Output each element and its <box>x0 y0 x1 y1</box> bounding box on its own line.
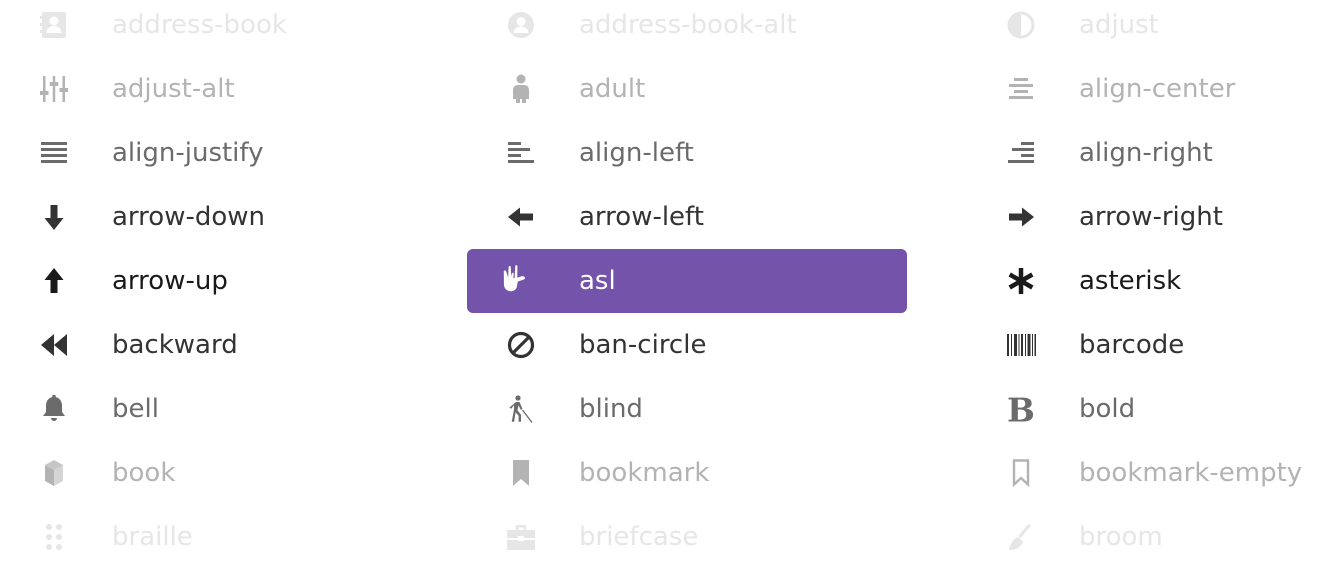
icon-tile-braille[interactable]: braille <box>0 505 440 569</box>
icon-tile-arrow-right[interactable]: arrow-right <box>967 185 1325 249</box>
icon-tile-adult[interactable]: adult <box>467 57 907 121</box>
icon-tile-label: broom <box>1079 522 1163 552</box>
icon-tile-label: arrow-right <box>1079 202 1223 232</box>
backward-icon <box>38 329 70 361</box>
icon-tile-label: bold <box>1079 394 1136 424</box>
icon-tile-label: blind <box>579 394 643 424</box>
icon-tile-barcode[interactable]: barcode <box>967 313 1325 377</box>
icon-tile-briefcase[interactable]: briefcase <box>467 505 907 569</box>
address-book-alt-icon <box>505 9 537 41</box>
bookmark-empty-icon <box>1005 457 1037 489</box>
icon-tile-label: book <box>112 458 176 488</box>
icon-tile-label: bell <box>112 394 159 424</box>
blind-icon <box>505 393 537 425</box>
icon-tile-arrow-up[interactable]: arrow-up <box>0 249 440 313</box>
barcode-icon <box>1005 329 1037 361</box>
icon-tile-adjust[interactable]: adjust <box>967 0 1325 57</box>
icon-tile-align-justify[interactable]: align-justify <box>0 121 440 185</box>
icon-tile-ban-circle[interactable]: ban-circle <box>467 313 907 377</box>
icon-tile-asterisk[interactable]: asterisk <box>967 249 1325 313</box>
icon-tile-label: address-book-alt <box>579 10 797 40</box>
icon-tile-asl[interactable]: asl <box>467 249 907 313</box>
icon-tile-backward[interactable]: backward <box>0 313 440 377</box>
icon-grid: address-book address-book-alt adjust adjust… <box>0 0 1325 562</box>
broom-icon <box>1005 521 1037 553</box>
icon-tile-address-book-alt[interactable]: address-book-alt <box>467 0 907 57</box>
icon-tile-label: arrow-left <box>579 202 704 232</box>
icon-tile-label: barcode <box>1079 330 1185 360</box>
book-icon <box>38 457 70 489</box>
align-left-icon <box>505 137 537 169</box>
icon-tile-label: arrow-up <box>112 266 228 296</box>
icon-tile-label: align-justify <box>112 138 264 168</box>
icon-tile-label: asterisk <box>1079 266 1182 296</box>
icon-tile-align-left[interactable]: align-left <box>467 121 907 185</box>
icon-tile-label: adult <box>579 74 646 104</box>
icon-tile-broom[interactable]: broom <box>967 505 1325 569</box>
adjust-icon <box>1005 9 1037 41</box>
asterisk-icon <box>1005 265 1037 297</box>
asl-hand-icon <box>503 265 537 297</box>
address-book-icon <box>38 9 70 41</box>
arrow-up-icon <box>38 265 70 297</box>
icon-tile-label: ban-circle <box>579 330 707 360</box>
bookmark-icon <box>505 457 537 489</box>
bold-icon: B <box>1005 391 1037 430</box>
icon-tile-label: backward <box>112 330 238 360</box>
icon-tile-bold[interactable]: Bbold <box>967 377 1325 441</box>
icon-tile-label: align-right <box>1079 138 1213 168</box>
icon-tile-arrow-left[interactable]: arrow-left <box>467 185 907 249</box>
arrow-down-icon <box>38 201 70 233</box>
icon-tile-label: asl <box>579 266 616 296</box>
briefcase-icon <box>505 521 537 553</box>
icon-tile-label: adjust <box>1079 10 1159 40</box>
adjust-alt-icon <box>38 73 70 105</box>
icon-tile-book[interactable]: book <box>0 441 440 505</box>
icon-tile-label: align-center <box>1079 74 1236 104</box>
icon-tile-label: align-left <box>579 138 694 168</box>
icon-tile-label: briefcase <box>579 522 699 552</box>
icon-tile-bookmark-empty[interactable]: bookmark-empty <box>967 441 1325 505</box>
icon-tile-bell[interactable]: bell <box>0 377 440 441</box>
icon-tile-align-right[interactable]: align-right <box>967 121 1325 185</box>
icon-tile-adjust-alt[interactable]: adjust-alt <box>0 57 440 121</box>
svg-text:B: B <box>1007 391 1035 430</box>
icon-tile-label: adjust-alt <box>112 74 235 104</box>
icon-tile-align-center[interactable]: align-center <box>967 57 1325 121</box>
align-center-icon <box>1005 73 1037 105</box>
icon-tile-bookmark[interactable]: bookmark <box>467 441 907 505</box>
icon-tile-label: address-book <box>112 10 287 40</box>
arrow-right-icon <box>1005 201 1037 233</box>
icon-tile-arrow-down[interactable]: arrow-down <box>0 185 440 249</box>
align-right-icon <box>1005 137 1037 169</box>
icon-tile-address-book[interactable]: address-book <box>0 0 440 57</box>
align-justify-icon <box>38 137 70 169</box>
ban-circle-icon <box>505 329 537 361</box>
braille-icon <box>38 521 70 553</box>
icon-tile-blind[interactable]: blind <box>467 377 907 441</box>
icon-tile-label: bookmark-empty <box>1079 458 1303 488</box>
arrow-left-icon <box>505 201 537 233</box>
icon-tile-label: bookmark <box>579 458 710 488</box>
icon-tile-label: braille <box>112 522 193 552</box>
adult-icon <box>505 73 537 105</box>
icon-tile-label: arrow-down <box>112 202 265 232</box>
bell-icon <box>38 393 70 425</box>
